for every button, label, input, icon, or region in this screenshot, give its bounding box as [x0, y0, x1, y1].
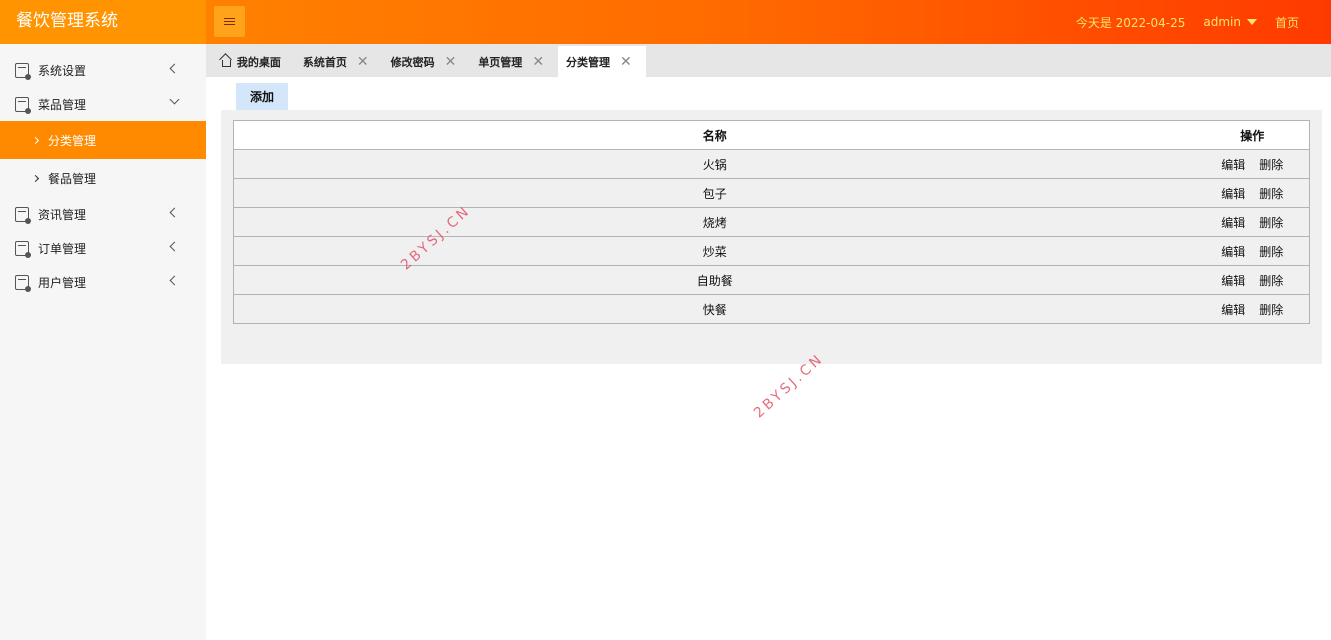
tab-label: 单页管理	[478, 56, 523, 69]
date-text: 今天是 2022-04-25	[1075, 15, 1186, 30]
table-row: 快餐 编辑 删除	[233, 294, 1310, 324]
sidebar-item-category-management[interactable]: 分类管理	[0, 121, 206, 159]
menu-toggle-button[interactable]	[214, 6, 245, 37]
tab-category-management[interactable]: 分类管理 ✕	[558, 46, 646, 77]
edit-link[interactable]: 编辑	[1221, 243, 1245, 260]
table-row: 包子 编辑 删除	[233, 178, 1310, 208]
table-row: 炒菜 编辑 删除	[233, 236, 1310, 266]
delete-link[interactable]: 删除	[1259, 301, 1283, 318]
header-right: 今天是 2022-04-25 admin 首页	[1076, 0, 1299, 44]
row-actions: 编辑 删除	[1195, 149, 1310, 179]
sidebar-item-label: 分类管理	[48, 133, 97, 148]
sidebar: 系统设置 菜品管理 分类管理 餐品管理 资讯管理 订单管理 用户管理	[0, 44, 206, 640]
category-name: 快餐	[233, 294, 1196, 324]
module-icon	[15, 240, 31, 258]
module-icon	[15, 96, 31, 114]
tab-system-home[interactable]: 系统首页 ✕	[295, 47, 383, 77]
table-row: 烧烤 编辑 删除	[233, 207, 1310, 237]
home-icon	[220, 55, 231, 67]
tab-change-password[interactable]: 修改密码 ✕	[383, 47, 471, 77]
sidebar-item-label: 菜品管理	[38, 97, 87, 112]
tab-label: 分类管理	[566, 55, 611, 69]
sidebar-item-system-settings[interactable]: 系统设置	[0, 53, 206, 87]
chevron-down-icon	[169, 94, 180, 105]
close-icon[interactable]: ✕	[357, 55, 369, 69]
sidebar-item-label: 资讯管理	[38, 207, 87, 222]
module-icon	[15, 62, 31, 80]
tab-label: 修改密码	[390, 56, 435, 69]
category-name: 自助餐	[233, 265, 1196, 295]
row-actions: 编辑 删除	[1195, 178, 1310, 208]
tab-bar: 我的桌面 系统首页 ✕ 修改密码 ✕ 单页管理 ✕ 分类管理 ✕	[206, 44, 1331, 77]
sidebar-item-order-management[interactable]: 订单管理	[0, 231, 206, 265]
chevron-right-icon	[31, 174, 40, 182]
tab-my-desktop[interactable]: 我的桌面	[212, 47, 295, 77]
category-name: 火锅	[233, 149, 1196, 179]
category-name: 炒菜	[233, 236, 1196, 266]
add-button[interactable]: 添加	[236, 83, 288, 110]
sidebar-item-label: 订单管理	[38, 241, 87, 256]
sidebar-item-user-management[interactable]: 用户管理	[0, 265, 206, 299]
sidebar-item-label: 用户管理	[38, 275, 87, 290]
chevron-left-icon	[169, 241, 180, 252]
home-link[interactable]: 首页	[1275, 14, 1299, 31]
sidebar-item-label: 系统设置	[38, 63, 87, 78]
caret-down-icon	[1246, 19, 1257, 25]
sidebar-item-label: 餐品管理	[48, 171, 97, 186]
edit-link[interactable]: 编辑	[1221, 214, 1245, 231]
category-name: 包子	[233, 178, 1196, 208]
module-icon	[15, 274, 31, 292]
edit-link[interactable]: 编辑	[1221, 156, 1245, 173]
chevron-right-icon	[31, 136, 40, 144]
edit-link[interactable]: 编辑	[1221, 301, 1245, 318]
content-panel: 名称 操作 火锅 编辑 删除 包子 编辑 删除 烧烤 编辑 删除 炒菜 编辑 删…	[221, 110, 1322, 364]
user-menu[interactable]: admin	[1203, 15, 1257, 29]
edit-link[interactable]: 编辑	[1221, 272, 1245, 289]
row-actions: 编辑 删除	[1195, 236, 1310, 266]
row-actions: 编辑 删除	[1195, 207, 1310, 237]
edit-link[interactable]: 编辑	[1221, 185, 1245, 202]
column-header-name: 名称	[233, 120, 1196, 150]
delete-link[interactable]: 删除	[1259, 214, 1283, 231]
chevron-left-icon	[169, 63, 180, 74]
chevron-left-icon	[169, 207, 180, 218]
chevron-left-icon	[169, 275, 180, 286]
close-icon[interactable]: ✕	[620, 55, 632, 69]
delete-link[interactable]: 删除	[1259, 272, 1283, 289]
column-header-actions: 操作	[1195, 120, 1310, 150]
category-table: 名称 操作 火锅 编辑 删除 包子 编辑 删除 烧烤 编辑 删除 炒菜 编辑 删…	[233, 120, 1310, 324]
category-name: 烧烤	[233, 207, 1196, 237]
table-header-row: 名称 操作	[233, 120, 1310, 150]
table-row: 火锅 编辑 删除	[233, 149, 1310, 179]
tab-label: 系统首页	[302, 56, 347, 69]
tab-label: 我的桌面	[236, 56, 281, 69]
delete-link[interactable]: 删除	[1259, 185, 1283, 202]
sidebar-item-news-management[interactable]: 资讯管理	[0, 197, 206, 231]
top-header: 餐饮管理系统 今天是 2022-04-25 admin 首页	[0, 0, 1331, 44]
row-actions: 编辑 删除	[1195, 294, 1310, 324]
table-row: 自助餐 编辑 删除	[233, 265, 1310, 295]
app-title: 餐饮管理系统	[0, 0, 206, 44]
row-actions: 编辑 删除	[1195, 265, 1310, 295]
delete-link[interactable]: 删除	[1259, 156, 1283, 173]
username: admin	[1203, 15, 1241, 29]
delete-link[interactable]: 删除	[1259, 243, 1283, 260]
tab-page-management[interactable]: 单页管理 ✕	[470, 47, 558, 77]
close-icon[interactable]: ✕	[445, 55, 457, 69]
close-icon[interactable]: ✕	[532, 55, 544, 69]
module-icon	[15, 206, 31, 224]
sidebar-item-meal-management[interactable]: 餐品管理	[0, 159, 206, 197]
sidebar-item-dish-management[interactable]: 菜品管理	[0, 87, 206, 121]
